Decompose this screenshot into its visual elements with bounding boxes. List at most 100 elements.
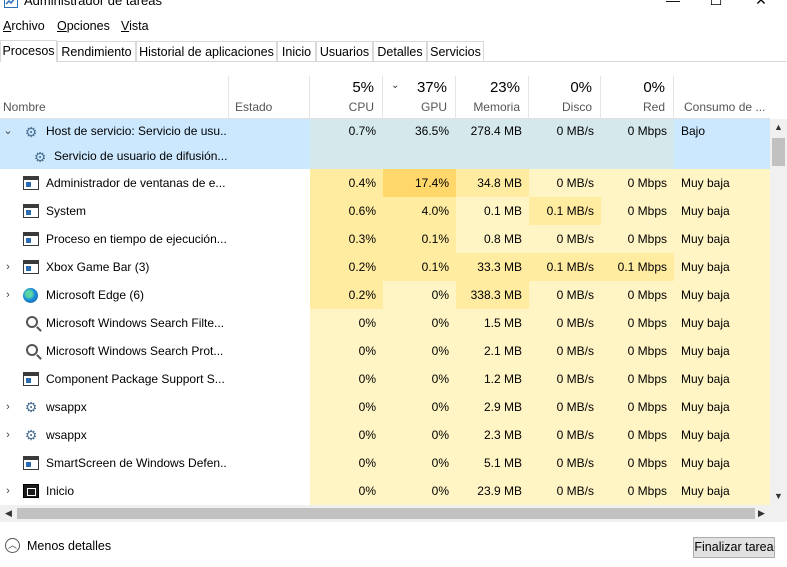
window-icon	[23, 260, 39, 274]
cell-cpu	[310, 144, 383, 169]
table-row[interactable]: System 0.6% 4.0% 0.1 MB 0.1 MB/s 0 Mbps Muy ba…	[0, 197, 770, 225]
expand-chevron-icon[interactable]: ›	[3, 477, 13, 505]
tab-detalles[interactable]: Detalles	[373, 41, 427, 61]
cell-gpu: 0%	[383, 393, 456, 421]
cell-gpu: 0%	[383, 309, 456, 337]
cell-mem: 2.1 MB	[456, 337, 529, 365]
cell-net: 0 Mbps	[601, 421, 674, 449]
header-power[interactable]: Consumo de ...	[674, 76, 770, 118]
cell-net: 0 Mbps	[601, 365, 674, 393]
cell-disk: 0 MB/s	[529, 477, 601, 505]
cell-disk: 0 MB/s	[529, 393, 601, 421]
menu-archivo[interactable]: Archivo	[3, 19, 45, 33]
cell-mem: 23.9 MB	[456, 477, 529, 505]
table-row[interactable]: › Microsoft Edge (6) 0.2% 0% 338.3 MB 0 MB/s 0…	[0, 281, 770, 309]
header-name[interactable]: Nombre	[0, 76, 229, 118]
menu-opciones[interactable]: Opciones	[57, 19, 110, 33]
vertical-scroll-thumb[interactable]	[772, 138, 785, 166]
task-manager-icon	[4, 0, 18, 8]
table-row[interactable]: › ⚙ wsappx 0% 0% 2.9 MB 0 MB/s 0 Mbps Muy baja	[0, 393, 770, 421]
header-memory-pct: 23%	[489, 79, 520, 96]
tab-procesos[interactable]: Procesos	[0, 40, 57, 62]
table-row[interactable]: Microsoft Windows Search Filte... 0% 0% 1.5…	[0, 309, 770, 337]
process-name: Microsoft Edge (6)	[46, 288, 145, 302]
cell-mem: 33.3 MB	[456, 253, 529, 281]
cell-cpu: 0%	[310, 393, 383, 421]
table-row[interactable]: Administrador de ventanas de e... 0.4% 17.…	[0, 169, 770, 197]
cell-net: 0 Mbps	[601, 197, 674, 225]
window-icon	[23, 372, 39, 386]
cell-power: Muy baja	[674, 169, 770, 197]
header-network[interactable]: 0% Red	[601, 76, 674, 118]
cell-cpu: 0.6%	[310, 197, 383, 225]
header-disk[interactable]: 0% Disco	[529, 76, 601, 118]
header-status[interactable]: Estado	[229, 76, 310, 118]
less-details-label: Menos detalles	[27, 538, 112, 553]
table-row[interactable]: › Xbox Game Bar (3) 0.2% 0.1% 33.3 MB 0.1 MB/…	[0, 253, 770, 281]
edge-icon	[23, 288, 38, 303]
cell-mem: 2.3 MB	[456, 421, 529, 449]
cell-mem: 5.1 MB	[456, 449, 529, 477]
window-icon	[23, 232, 39, 246]
table-row[interactable]: › ⚙ wsappx 0% 0% 2.3 MB 0 MB/s 0 Mbps Muy baja	[0, 421, 770, 449]
process-list: ⌄ ⚙ Host de servicio: Servicio de usu... 0.…	[0, 119, 770, 505]
search-icon	[26, 344, 38, 356]
cell-cpu: 0.2%	[310, 253, 383, 281]
tab-historial-aplicaciones[interactable]: Historial de aplicaciones	[136, 41, 277, 61]
header-memory[interactable]: 23% Memoria	[456, 76, 529, 118]
minimize-button[interactable]: —	[658, 0, 688, 8]
scroll-up-icon[interactable]: ▲	[770, 119, 787, 136]
menu-vista[interactable]: Vista	[121, 19, 149, 33]
cell-gpu: 0%	[383, 477, 456, 505]
cell-mem: 1.5 MB	[456, 309, 529, 337]
cell-power: Bajo	[681, 124, 706, 138]
header-cpu[interactable]: 5% CPU	[310, 76, 383, 118]
cell-power: Muy baja	[674, 253, 770, 281]
maximize-button[interactable]: ☐	[701, 0, 731, 8]
child-process-row[interactable]: ⚙ Servicio de usuario de difusión...	[0, 144, 770, 169]
table-row[interactable]: ⌄ ⚙ Host de servicio: Servicio de usu... 0.…	[0, 119, 770, 144]
tab-usuarios[interactable]: Usuarios	[316, 41, 373, 61]
tab-servicios[interactable]: Servicios	[427, 41, 484, 61]
cell-disk: 0 MB/s	[529, 337, 601, 365]
scroll-right-icon[interactable]: ▶	[753, 505, 770, 522]
cell-mem: 34.8 MB	[456, 169, 529, 197]
cell-mem: 2.9 MB	[456, 393, 529, 421]
expand-chevron-icon[interactable]: ›	[3, 393, 13, 421]
less-details-button[interactable]: ︿ Menos detalles	[5, 538, 111, 553]
expand-chevron-icon[interactable]: ›	[3, 253, 13, 281]
cell-gpu: 4.0%	[383, 197, 456, 225]
cell-gpu: 0.1%	[383, 225, 456, 253]
cell-disk: 0 MB/s	[529, 225, 601, 253]
window-icon	[23, 204, 39, 218]
cell-cpu: 0%	[310, 337, 383, 365]
cell-power: Muy baja	[674, 449, 770, 477]
table-row[interactable]: Microsoft Windows Search Prot... 0% 0% 2.1 …	[0, 337, 770, 365]
table-row[interactable]: › Inicio 0% 0% 23.9 MB 0 MB/s 0 Mbps Muy baja	[0, 477, 770, 505]
cell-power: Muy baja	[674, 421, 770, 449]
table-row[interactable]: SmartScreen de Windows Defen... 0% 0% 5.1 M…	[0, 449, 770, 477]
horizontal-scroll-thumb[interactable]	[17, 508, 755, 519]
close-button[interactable]: ✕	[746, 0, 776, 8]
scroll-down-icon[interactable]: ▼	[770, 488, 787, 505]
sort-chevron-icon: ⌄	[391, 80, 400, 91]
table-row[interactable]: Proceso en tiempo de ejecución... 0.3% 0.1…	[0, 225, 770, 253]
tab-rendimiento[interactable]: Rendimiento	[57, 41, 136, 61]
cell-net	[601, 144, 674, 169]
expand-chevron-icon[interactable]: ›	[3, 421, 13, 449]
cell-gpu: 17.4%	[383, 169, 456, 197]
vertical-scrollbar[interactable]: ▲ ▼	[770, 119, 787, 505]
cell-mem: 338.3 MB	[456, 281, 529, 309]
scroll-left-icon[interactable]: ◀	[0, 505, 17, 522]
horizontal-scrollbar[interactable]: ◀ ▶	[0, 505, 770, 522]
end-task-button[interactable]: Finalizar tarea	[693, 537, 775, 558]
title-bar: Administrador de tareas — ☐ ✕	[0, 0, 787, 10]
header-disk-pct: 0%	[570, 79, 592, 96]
tab-inicio[interactable]: Inicio	[277, 41, 316, 61]
process-name: wsappx	[46, 400, 87, 414]
table-row[interactable]: Component Package Support S... 0% 0% 1.2 MB…	[0, 365, 770, 393]
collapse-chevron-icon[interactable]: ⌄	[3, 119, 13, 144]
header-gpu[interactable]: ⌄ 37% GPU	[383, 76, 456, 118]
expand-chevron-icon[interactable]: ›	[3, 281, 13, 309]
cell-disk	[529, 144, 601, 169]
